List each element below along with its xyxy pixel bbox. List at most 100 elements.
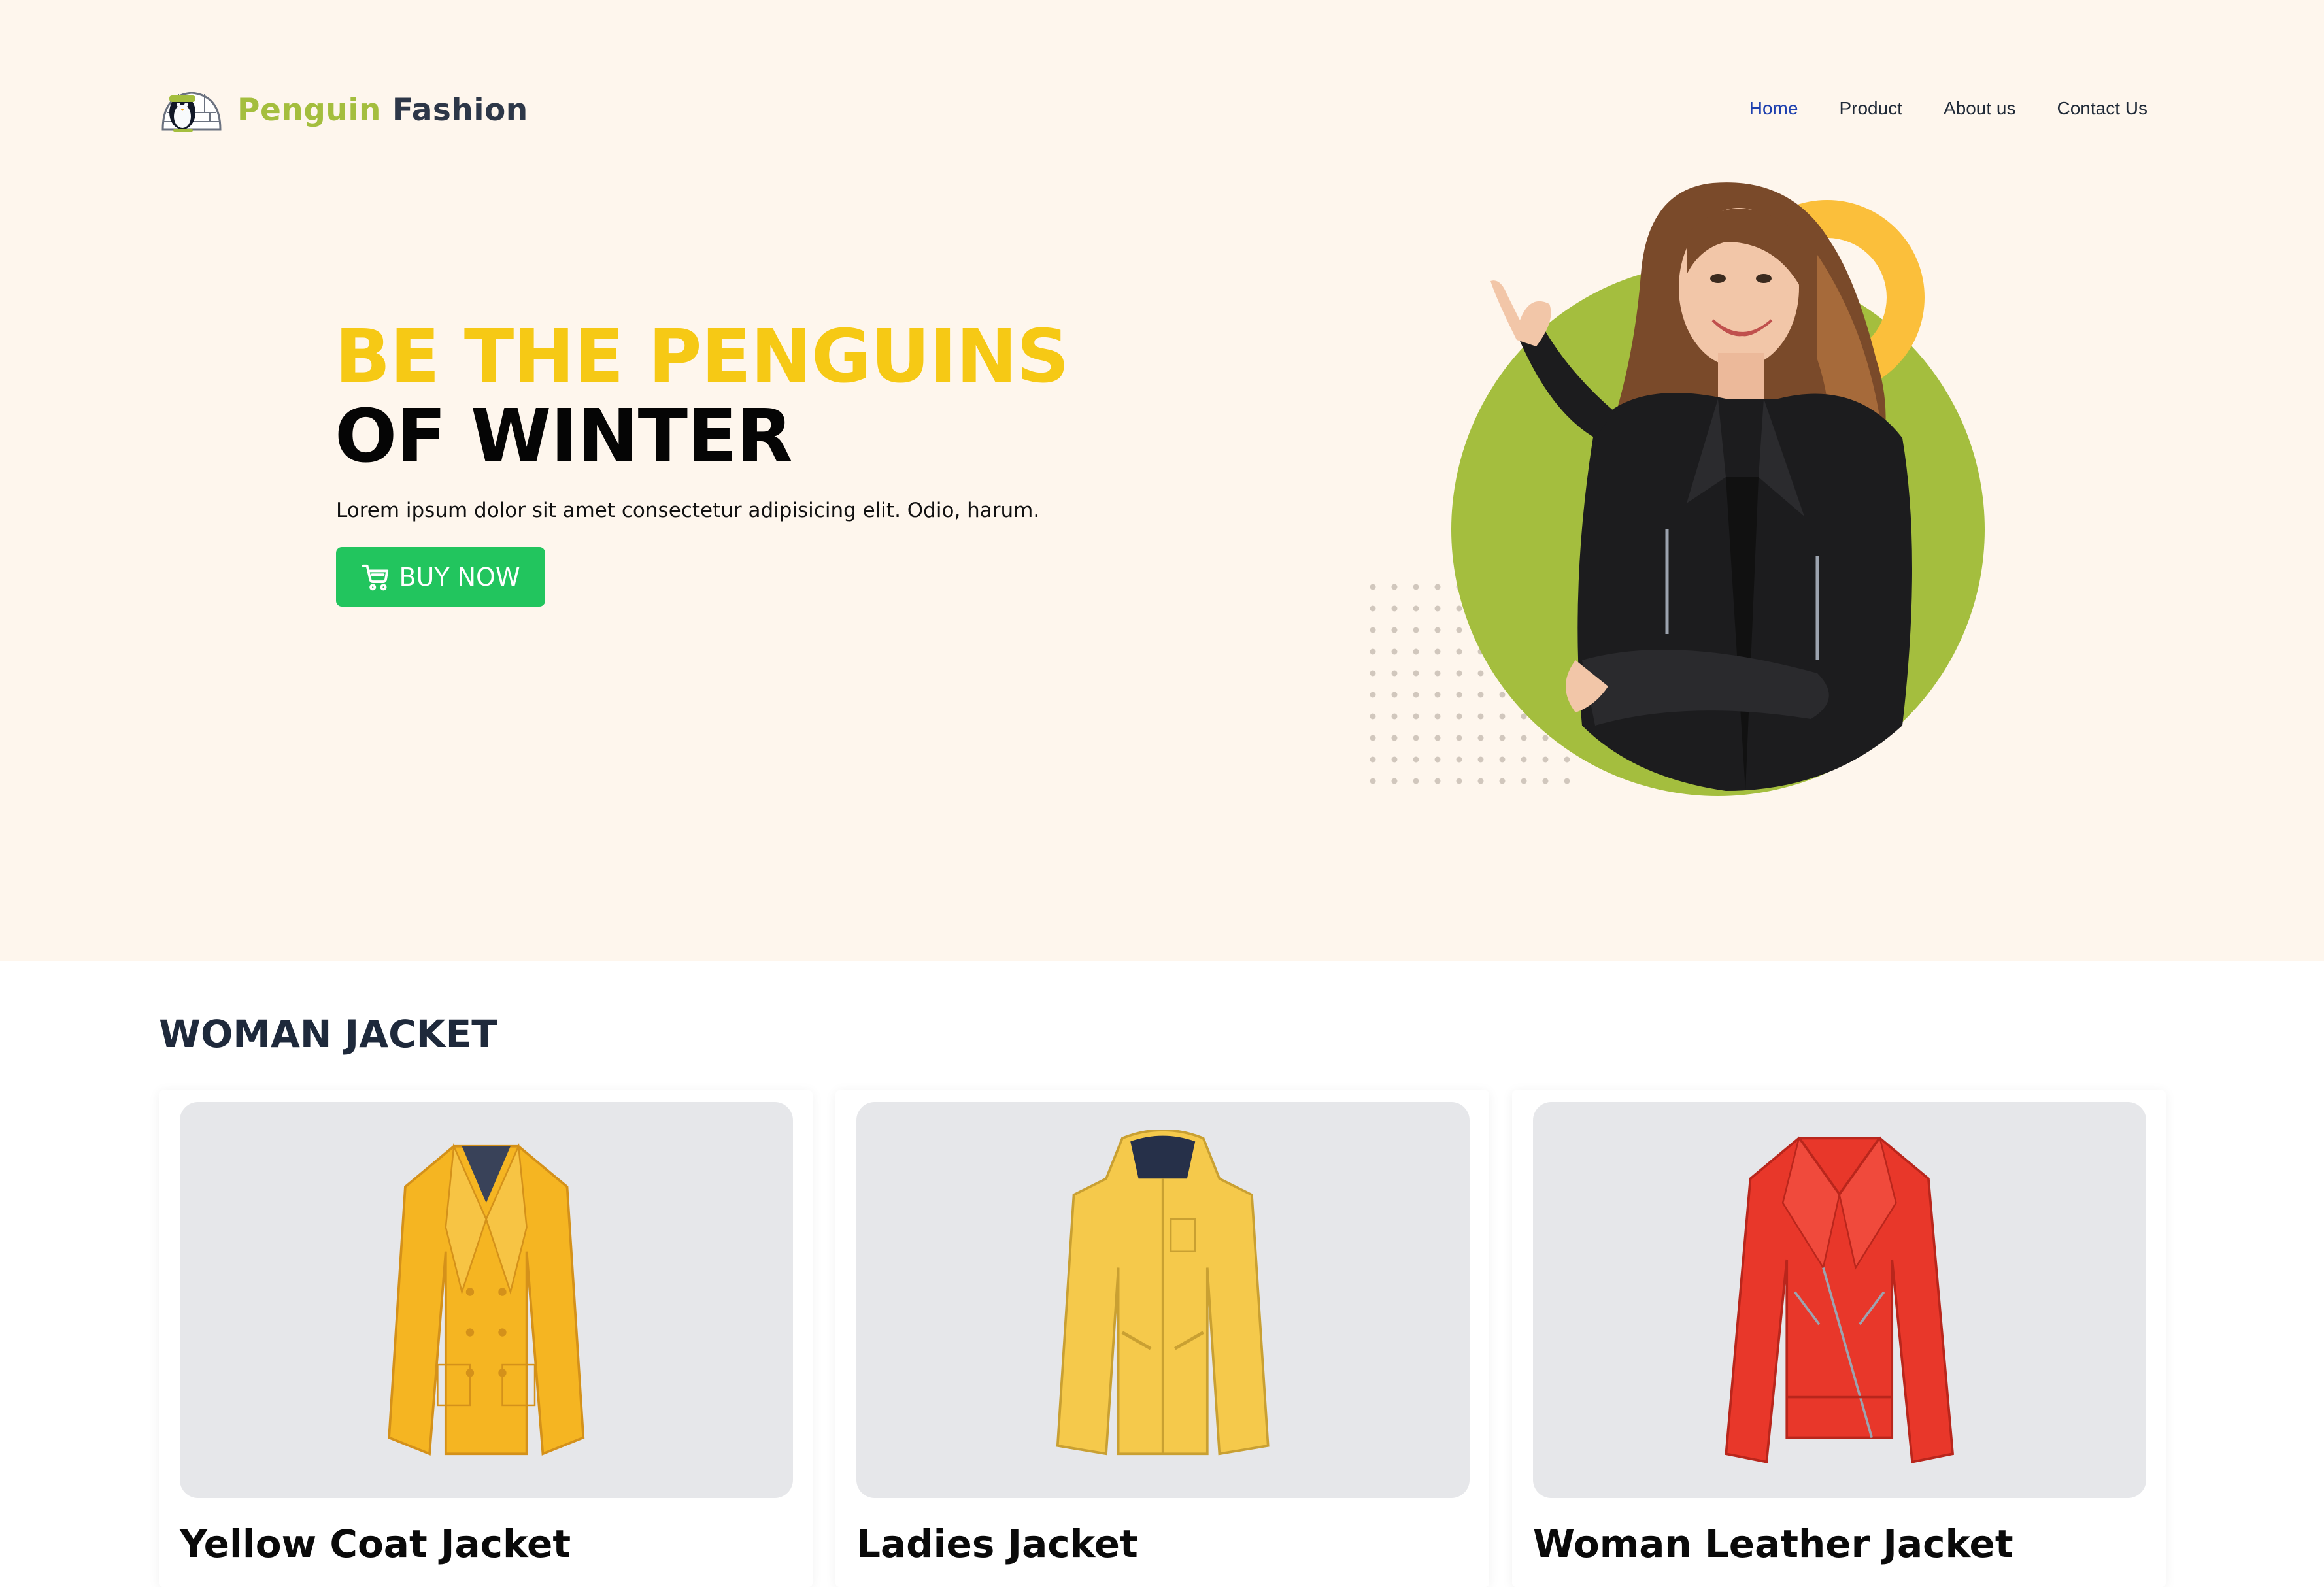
product-image-yellow-coat[interactable] — [180, 1102, 793, 1498]
decor-dot — [1370, 627, 1376, 633]
decor-dot — [1391, 778, 1398, 784]
decor-dot — [1456, 756, 1462, 763]
decor-dot — [1413, 713, 1419, 720]
decor-dot — [1477, 735, 1484, 741]
decor-dot — [1370, 670, 1376, 677]
hero-headline-line2: OF WINTER — [335, 394, 793, 479]
ladies-hooded-jacket-image — [1056, 1130, 1270, 1456]
shopping-cart-icon — [362, 564, 389, 590]
decor-dot — [1370, 648, 1376, 655]
decor-dot — [1434, 605, 1441, 612]
decor-dot — [1434, 713, 1441, 720]
decor-dot — [1434, 670, 1441, 677]
product-name[interactable]: Woman Leather Jacket — [1533, 1522, 2013, 1566]
decor-dot — [1370, 692, 1376, 698]
decor-dot — [1542, 735, 1549, 741]
main-nav: Home Product About us Contact Us — [1749, 98, 2147, 119]
decor-dot — [1434, 778, 1441, 784]
decor-dot — [1521, 735, 1527, 741]
decor-dot — [1456, 778, 1462, 784]
decor-dot — [1413, 778, 1419, 784]
decor-dot — [1542, 778, 1549, 784]
decor-dot — [1477, 756, 1484, 763]
decor-dot — [1391, 692, 1398, 698]
decor-dot — [1456, 713, 1462, 720]
nav-about-us[interactable]: About us — [1944, 98, 2016, 119]
brand-logo[interactable]: Penguin Fashion — [159, 84, 528, 136]
product-card[interactable]: Yellow Coat Jacket — [159, 1090, 813, 1587]
product-image-ladies-jacket[interactable] — [856, 1102, 1470, 1498]
igloo-penguin-icon — [161, 92, 222, 132]
decor-dot — [1413, 735, 1419, 741]
hero-section: Penguin Fashion Home Product About us Co… — [0, 0, 2324, 961]
hero-headline-line1: BE THE PENGUINS — [335, 314, 1069, 399]
decor-dot — [1477, 692, 1484, 698]
decor-dot — [1456, 627, 1462, 633]
decor-dot — [1521, 778, 1527, 784]
decor-dot — [1434, 648, 1441, 655]
decor-dot — [1413, 627, 1419, 633]
nav-contact-us[interactable]: Contact Us — [2057, 98, 2148, 119]
hero-model-illustration — [1370, 182, 1985, 796]
decor-dot — [1434, 692, 1441, 698]
decor-dot — [1370, 605, 1376, 612]
decor-dot — [1391, 627, 1398, 633]
decor-dot — [1391, 605, 1398, 612]
hero-headline: BE THE PENGUINS OF WINTER — [335, 317, 1069, 476]
product-card[interactable]: Ladies Jacket — [835, 1090, 1489, 1587]
decor-dot — [1413, 584, 1419, 590]
decor-dot — [1434, 735, 1441, 741]
brand-name-part1: Penguin — [237, 92, 381, 128]
decor-dot — [1370, 778, 1376, 784]
decor-dot — [1370, 584, 1376, 590]
decor-dot — [1370, 735, 1376, 741]
buy-now-button[interactable]: BUY NOW — [336, 547, 545, 607]
yellow-coat-jacket-image — [388, 1143, 585, 1456]
decor-dot — [1542, 756, 1549, 763]
decor-dot — [1391, 648, 1398, 655]
decor-dot — [1521, 756, 1527, 763]
decor-dot — [1456, 670, 1462, 677]
product-card[interactable]: Woman Leather Jacket — [1512, 1090, 2166, 1587]
nav-home[interactable]: Home — [1749, 98, 1798, 119]
decor-dot — [1434, 627, 1441, 633]
decor-dot — [1477, 778, 1484, 784]
decor-dot — [1456, 648, 1462, 655]
decor-dot — [1391, 584, 1398, 590]
decor-dot — [1370, 713, 1376, 720]
red-leather-jacket-image — [1725, 1136, 1955, 1463]
decor-dot — [1391, 756, 1398, 763]
decor-dot — [1456, 692, 1462, 698]
product-name[interactable]: Yellow Coat Jacket — [180, 1522, 571, 1566]
decor-dot — [1413, 648, 1419, 655]
decor-dot — [1434, 756, 1441, 763]
section-title-woman-jacket: WOMAN JACKET — [159, 1012, 497, 1056]
decor-dot — [1564, 778, 1570, 784]
decor-dot — [1434, 584, 1441, 590]
brand-name-part2: Fashion — [392, 92, 528, 128]
buy-now-label: BUY NOW — [399, 562, 520, 592]
decor-dot — [1391, 713, 1398, 720]
decor-dot — [1499, 778, 1506, 784]
decor-dot — [1413, 605, 1419, 612]
decor-dot — [1499, 756, 1506, 763]
decor-dot — [1499, 692, 1506, 698]
decor-dot — [1456, 735, 1462, 741]
decor-dot — [1413, 692, 1419, 698]
decor-dot — [1370, 756, 1376, 763]
product-image-woman-leather-jacket[interactable] — [1533, 1102, 2146, 1498]
decor-dot — [1477, 670, 1484, 677]
decor-dot — [1499, 735, 1506, 741]
decor-dot — [1413, 756, 1419, 763]
nav-product[interactable]: Product — [1839, 98, 1902, 119]
product-name[interactable]: Ladies Jacket — [856, 1522, 1138, 1566]
decor-dot — [1391, 670, 1398, 677]
decor-dot — [1391, 735, 1398, 741]
decor-dot — [1564, 756, 1570, 763]
decor-dot — [1477, 713, 1484, 720]
decor-dot — [1499, 713, 1506, 720]
brand-name: Penguin Fashion — [237, 92, 528, 128]
hero-subtitle: Lorem ipsum dolor sit amet consectetur a… — [336, 499, 1040, 522]
decor-dot — [1456, 605, 1462, 612]
decor-dot — [1413, 670, 1419, 677]
